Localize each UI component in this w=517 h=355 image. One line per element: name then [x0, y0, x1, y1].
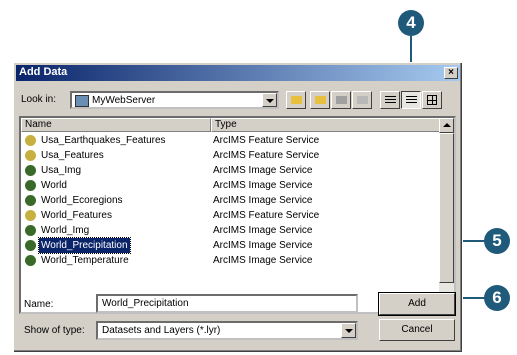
item-name: World_Temperature: [41, 255, 129, 266]
show-type-label: Show of type:: [24, 325, 85, 336]
title-bar[interactable]: Add Data ×: [16, 65, 460, 81]
dialog-title: Add Data: [19, 66, 68, 78]
item-type: ArcIMS Feature Service: [213, 135, 320, 146]
item-type: ArcIMS Feature Service: [213, 210, 320, 221]
image-service-icon: [25, 240, 36, 251]
list-icon: [384, 96, 396, 105]
item-type: ArcIMS Image Service: [213, 180, 313, 191]
name-field-value: World_Precipitation: [102, 298, 189, 309]
properties-button[interactable]: [352, 91, 372, 109]
item-type: ArcIMS Feature Service: [213, 150, 320, 161]
details-icon: [405, 96, 417, 105]
item-name: World_Img: [41, 225, 90, 236]
name-label: Name:: [24, 299, 54, 310]
item-type: ArcIMS Image Service: [213, 225, 313, 236]
list-item[interactable]: World_Ecoregions ArcIMS Image Service: [23, 193, 443, 208]
add-button[interactable]: Add: [378, 292, 456, 316]
item-name: World_Precipitation: [38, 237, 131, 254]
chevron-down-icon[interactable]: [262, 93, 277, 107]
list-item[interactable]: Usa_Img ArcIMS Image Service: [23, 163, 443, 178]
list-view-button[interactable]: [380, 91, 400, 109]
look-in-label: Look in:: [21, 94, 57, 105]
item-name: Usa_Img: [41, 165, 82, 176]
feature-service-icon: [25, 150, 36, 161]
server-icon: [75, 95, 89, 107]
list-item[interactable]: Usa_Earthquakes_Features ArcIMS Feature …: [23, 133, 443, 148]
add-data-dialog: Add Data × Look in: MyWebServer Name Typ…: [13, 62, 463, 353]
close-icon: ×: [448, 67, 454, 78]
callout-4: 4: [398, 10, 424, 36]
connect-folder-button[interactable]: [310, 91, 330, 109]
up-one-level-button[interactable]: [286, 91, 306, 109]
item-name: World_Features: [41, 210, 112, 221]
item-type: ArcIMS Image Service: [213, 255, 313, 266]
scroll-up-icon[interactable]: [439, 118, 454, 133]
callout-5: 5: [484, 228, 510, 254]
image-service-icon: [25, 165, 36, 176]
list-item[interactable]: World ArcIMS Image Service: [23, 178, 443, 193]
details-view-button[interactable]: [401, 91, 421, 109]
disconnect-button[interactable]: [331, 91, 351, 109]
item-type: ArcIMS Image Service: [213, 165, 313, 176]
thumbnails-view-button[interactable]: [422, 91, 442, 109]
list-item[interactable]: World_Img ArcIMS Image Service: [23, 223, 443, 238]
image-service-icon: [25, 180, 36, 191]
image-service-icon: [25, 255, 36, 266]
column-header-name[interactable]: Name: [21, 118, 211, 132]
disconnect-icon: [335, 96, 347, 104]
list-item[interactable]: World_Features ArcIMS Feature Service: [23, 208, 443, 223]
cancel-button[interactable]: Cancel: [379, 319, 455, 341]
item-type: ArcIMS Image Service: [213, 240, 313, 251]
feature-service-icon: [25, 135, 36, 146]
show-type-dropdown[interactable]: Datasets and Layers (*.lyr): [96, 321, 358, 340]
properties-icon: [356, 96, 368, 104]
item-name: World_Ecoregions: [41, 195, 123, 206]
item-name: Usa_Earthquakes_Features: [41, 135, 166, 146]
chevron-down-icon[interactable]: [341, 323, 356, 338]
thumbnails-icon: [427, 95, 437, 105]
image-service-icon: [25, 195, 36, 206]
list-item-selected[interactable]: World_Precipitation ArcIMS Image Service: [23, 237, 443, 254]
look-in-value: MyWebServer: [92, 95, 156, 106]
column-header-type[interactable]: Type: [211, 118, 441, 132]
scroll-thumb[interactable]: [439, 133, 454, 283]
catalog-list[interactable]: Name Type Usa_Earthquakes_Features ArcIM…: [19, 116, 456, 314]
image-service-icon: [25, 225, 36, 236]
look-in-dropdown[interactable]: MyWebServer: [70, 91, 279, 109]
list-item[interactable]: World_Temperature ArcIMS Image Service: [23, 253, 443, 268]
show-type-value: Datasets and Layers (*.lyr): [102, 325, 221, 336]
name-field[interactable]: World_Precipitation: [96, 294, 358, 313]
feature-service-icon: [25, 210, 36, 221]
folder-up-icon: [290, 96, 302, 104]
close-button[interactable]: ×: [444, 67, 458, 79]
connect-icon: [314, 96, 326, 104]
list-item[interactable]: Usa_Features ArcIMS Feature Service: [23, 148, 443, 163]
vertical-scrollbar[interactable]: [439, 118, 454, 312]
item-type: ArcIMS Image Service: [213, 195, 313, 206]
callout-6: 6: [484, 285, 510, 311]
item-name: Usa_Features: [41, 150, 104, 161]
item-name: World: [41, 180, 67, 191]
